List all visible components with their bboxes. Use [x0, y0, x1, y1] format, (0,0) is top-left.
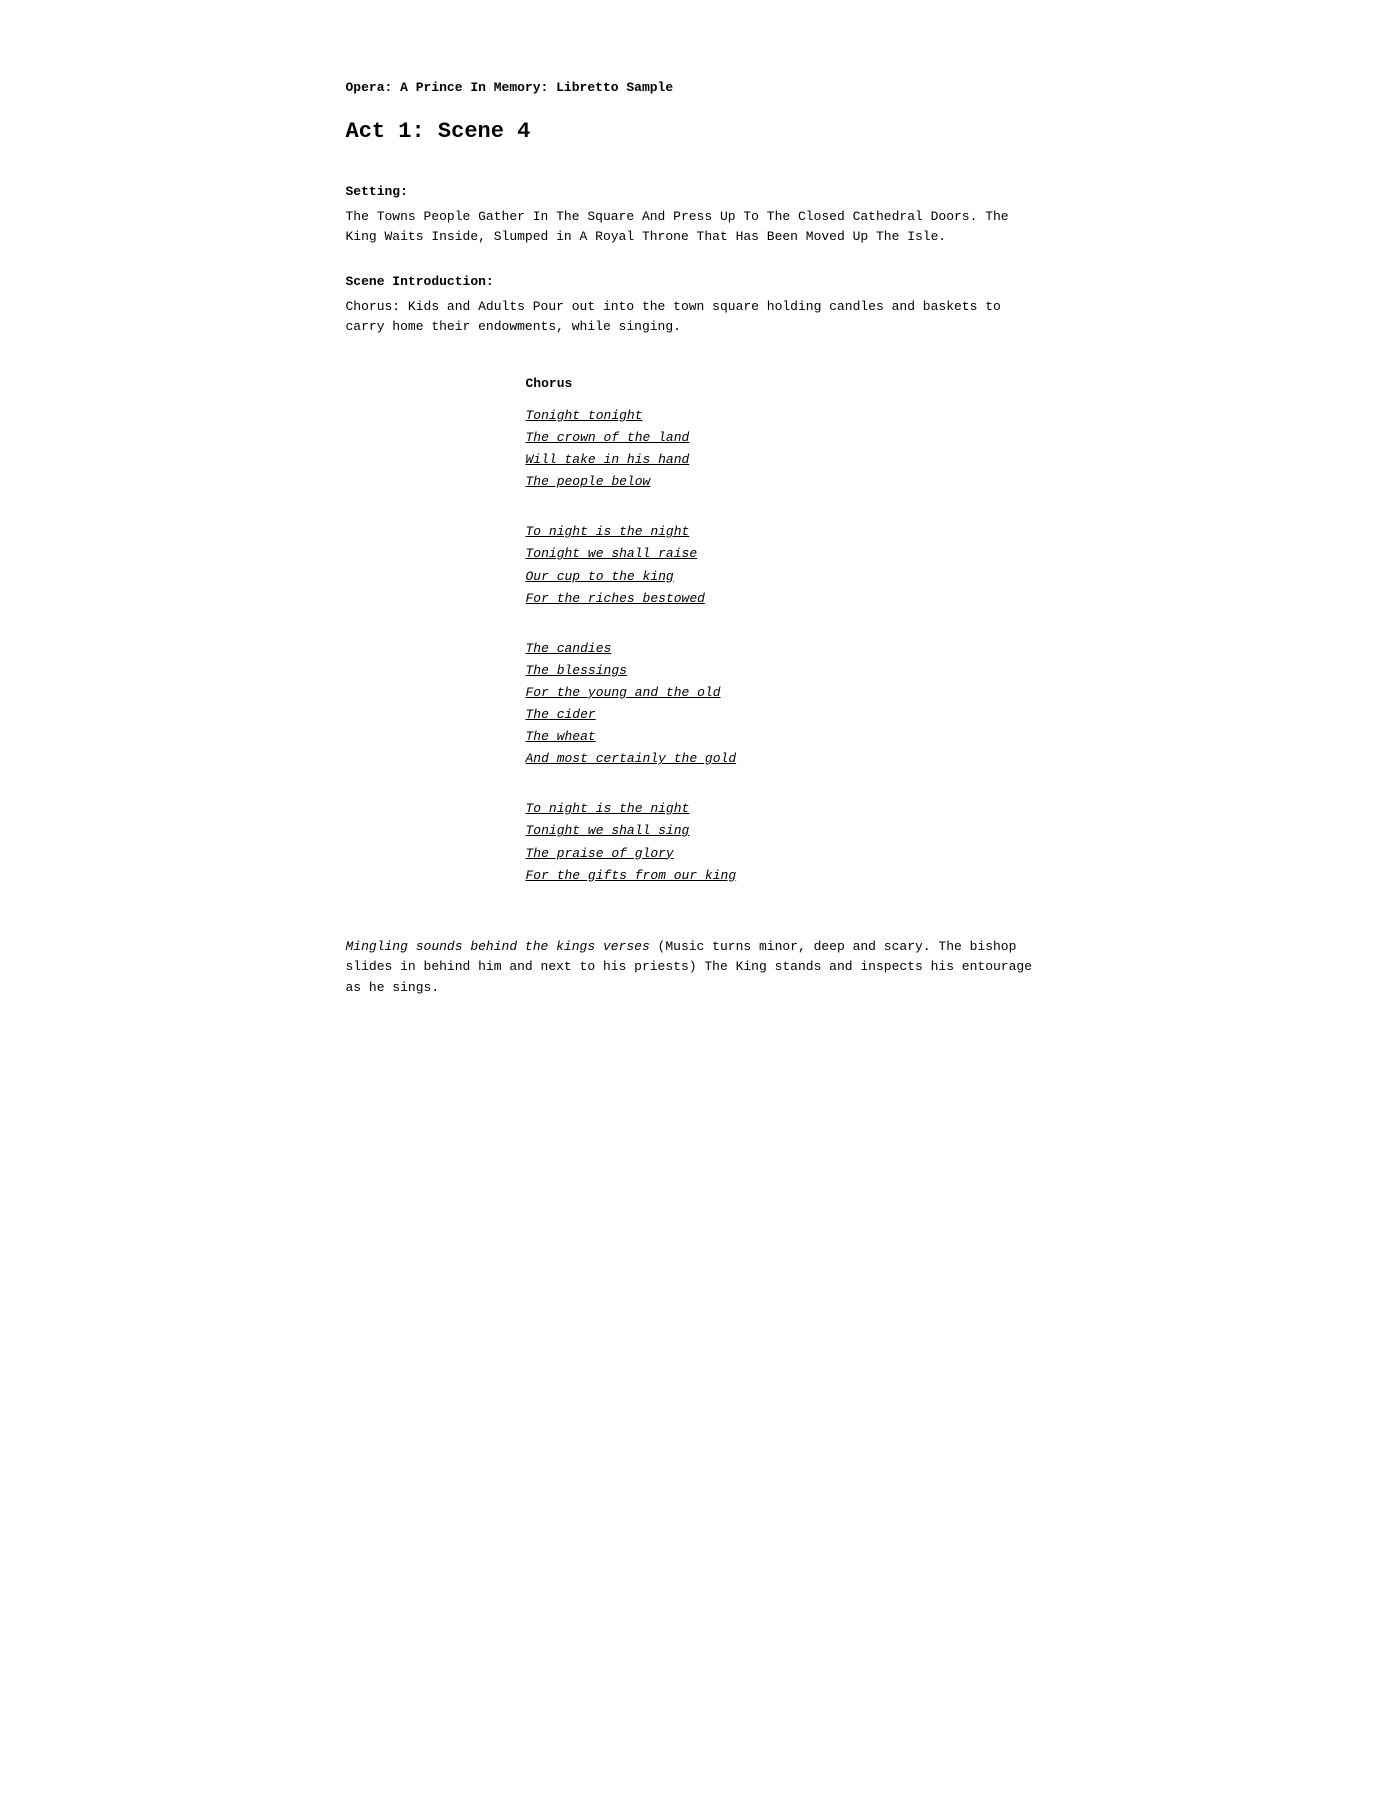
setting-text: The Towns People Gather In The Square An… [346, 207, 1046, 246]
document-title: Opera: A Prince In Memory: Libretto Samp… [346, 80, 1046, 95]
verse-group-2: To night is the night Tonight we shall r… [526, 521, 1046, 609]
chorus-line: For the young and the old [526, 682, 1046, 704]
chorus-line: The crown of the land [526, 427, 1046, 449]
chorus-label: Chorus [526, 376, 1046, 391]
page-container: Opera: A Prince In Memory: Libretto Samp… [246, 0, 1146, 1079]
chorus-line: Tonight we shall raise [526, 543, 1046, 565]
scene-intro-text: Chorus: Kids and Adults Pour out into th… [346, 297, 1046, 336]
chorus-line: Tonight we shall sing [526, 820, 1046, 842]
chorus-line: For the gifts from our king [526, 865, 1046, 887]
chorus-line: The blessings [526, 660, 1046, 682]
chorus-line: Tonight tonight [526, 405, 1046, 427]
setting-label: Setting: [346, 184, 1046, 199]
chorus-line: For the riches bestowed [526, 588, 1046, 610]
chorus-line: The candies [526, 638, 1046, 660]
stage-direction: Mingling sounds behind the kings verses … [346, 937, 1046, 999]
chorus-line: To night is the night [526, 798, 1046, 820]
chorus-section: Chorus Tonight tonight The crown of the … [526, 376, 1046, 887]
chorus-line: And most certainly the gold [526, 748, 1046, 770]
verse-group-3: The candies The blessings For the young … [526, 638, 1046, 771]
verse-group-4: To night is the night Tonight we shall s… [526, 798, 1046, 886]
stage-direction-italic: Mingling sounds behind the kings verses [346, 939, 650, 954]
chorus-line: The cider [526, 704, 1046, 726]
chorus-line: The praise of glory [526, 843, 1046, 865]
chorus-line: The wheat [526, 726, 1046, 748]
chorus-line: Will take in his hand [526, 449, 1046, 471]
chorus-line: Our cup to the king [526, 566, 1046, 588]
chorus-line: To night is the night [526, 521, 1046, 543]
act-title: Act 1: Scene 4 [346, 119, 1046, 144]
verse-group-1: Tonight tonight The crown of the land Wi… [526, 405, 1046, 493]
chorus-line: The people below [526, 471, 1046, 493]
scene-intro-label: Scene Introduction: [346, 274, 1046, 289]
